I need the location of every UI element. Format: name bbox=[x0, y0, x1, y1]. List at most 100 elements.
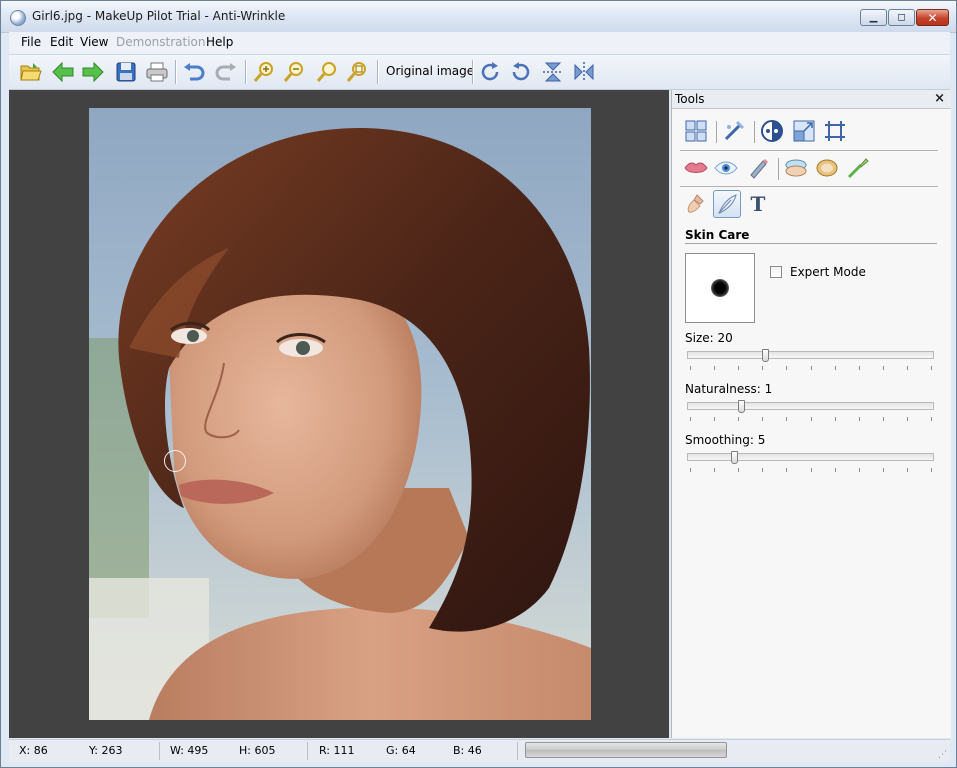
status-y: Y: 263 bbox=[89, 744, 123, 757]
tool-row-adjust bbox=[680, 113, 938, 147]
slider-tick bbox=[738, 417, 739, 421]
back-arrow-icon bbox=[52, 61, 74, 83]
status-height: H: 605 bbox=[239, 744, 276, 757]
status-separator bbox=[307, 742, 308, 760]
foundation-tool-button[interactable] bbox=[682, 190, 710, 218]
toolbar-separator bbox=[377, 60, 378, 84]
flip-horizontal-button[interactable] bbox=[571, 59, 597, 85]
foundation-icon bbox=[687, 194, 704, 213]
minimize-button[interactable]: ▁ bbox=[860, 9, 887, 26]
slider-tick bbox=[786, 366, 787, 370]
flip-vertical-icon bbox=[543, 62, 563, 82]
slider-tick bbox=[690, 366, 691, 370]
rotate-right-button[interactable] bbox=[477, 59, 503, 85]
slider-tick bbox=[811, 366, 812, 370]
resize-tool-button[interactable] bbox=[790, 117, 818, 145]
print-button[interactable] bbox=[144, 59, 170, 85]
save-button[interactable] bbox=[113, 59, 139, 85]
expert-mode-label[interactable]: Expert Mode bbox=[790, 265, 866, 279]
zoom-actual-button[interactable] bbox=[344, 59, 370, 85]
toolbar: Original image bbox=[9, 55, 950, 90]
crop-tool-button[interactable] bbox=[821, 117, 849, 145]
status-separator bbox=[517, 742, 518, 760]
text-tool-icon: T bbox=[750, 192, 766, 216]
retouch-tool-button[interactable] bbox=[720, 117, 748, 145]
slider-tick bbox=[859, 468, 860, 472]
slider-tick bbox=[738, 468, 739, 472]
naturalness-slider-thumb[interactable] bbox=[738, 400, 745, 413]
forward-button[interactable] bbox=[80, 59, 106, 85]
size-label: Size: 20 bbox=[685, 331, 733, 345]
smoothing-slider-thumb[interactable] bbox=[731, 451, 738, 464]
flip-vertical-button[interactable] bbox=[540, 59, 566, 85]
status-green: G: 64 bbox=[386, 744, 416, 757]
undo-button[interactable] bbox=[181, 59, 207, 85]
back-button[interactable] bbox=[50, 59, 76, 85]
slider-tick bbox=[762, 366, 763, 370]
resize-grip-icon[interactable]: ⋰ bbox=[938, 750, 947, 760]
menu-edit[interactable]: Edit bbox=[50, 35, 73, 49]
section-divider bbox=[685, 243, 937, 244]
resize-icon bbox=[793, 120, 815, 142]
lips-icon bbox=[684, 162, 708, 173]
app-window: Girl6.jpg - MakeUp Pilot Trial - Anti-Wr… bbox=[0, 0, 957, 768]
forward-arrow-icon bbox=[82, 61, 104, 83]
expert-mode-checkbox[interactable] bbox=[770, 266, 782, 278]
layout-tool-button[interactable] bbox=[682, 117, 710, 145]
contrast-tool-button[interactable] bbox=[758, 117, 786, 145]
zoom-actual-icon bbox=[346, 62, 366, 82]
zoom-in-button[interactable] bbox=[251, 59, 277, 85]
zoom-out-button[interactable] bbox=[281, 59, 307, 85]
minimize-icon: ▁ bbox=[869, 11, 878, 23]
slider-tick bbox=[859, 417, 860, 421]
face-powder-icon bbox=[785, 159, 807, 177]
lipstick-tool-button[interactable] bbox=[682, 154, 710, 182]
skin-care-tool-button[interactable] bbox=[713, 190, 741, 218]
open-button[interactable] bbox=[18, 59, 44, 85]
compact-tool-button[interactable] bbox=[813, 154, 841, 182]
maximize-icon: ◻ bbox=[897, 11, 906, 23]
smoothing-slider[interactable] bbox=[687, 451, 934, 464]
slider-tick bbox=[883, 468, 884, 472]
section-title: Skin Care bbox=[685, 228, 750, 242]
save-icon bbox=[116, 62, 136, 82]
text-tool-button[interactable]: T bbox=[744, 190, 772, 218]
slider-tick bbox=[835, 417, 836, 421]
brush-tool-button[interactable] bbox=[844, 154, 872, 182]
zoom-fit-button[interactable] bbox=[314, 59, 340, 85]
status-separator bbox=[159, 742, 160, 760]
eyeliner-tool-button[interactable] bbox=[744, 154, 772, 182]
magic-wand-icon bbox=[724, 120, 745, 141]
slider-tick bbox=[883, 417, 884, 421]
menu-demonstration[interactable]: Demonstration bbox=[116, 35, 206, 49]
slider-tick bbox=[762, 468, 763, 472]
size-slider-thumb[interactable] bbox=[762, 349, 769, 362]
slider-tick bbox=[907, 417, 908, 421]
maximize-button[interactable]: ◻ bbox=[888, 9, 915, 26]
tools-panel-close-button[interactable]: × bbox=[934, 91, 945, 106]
menu-view[interactable]: View bbox=[80, 35, 108, 49]
naturalness-slider[interactable] bbox=[687, 400, 934, 413]
tools-panel-title: Tools bbox=[675, 92, 705, 106]
compact-icon bbox=[816, 159, 838, 177]
rotate-left-button[interactable] bbox=[508, 59, 534, 85]
redo-icon bbox=[215, 63, 236, 81]
slider-tick bbox=[714, 417, 715, 421]
redo-button[interactable] bbox=[213, 59, 239, 85]
tools-panel: Tools × T Skin Care Expert Mode Size: 20… bbox=[671, 90, 951, 738]
menu-file[interactable]: File bbox=[21, 35, 41, 49]
zoom-fit-icon bbox=[316, 62, 336, 82]
title-bar[interactable]: Girl6.jpg - MakeUp Pilot Trial - Anti-Wr… bbox=[1, 1, 956, 33]
powder-tool-button[interactable] bbox=[782, 154, 810, 182]
image-canvas[interactable] bbox=[9, 90, 669, 738]
size-slider[interactable] bbox=[687, 349, 934, 362]
window-title: Girl6.jpg - MakeUp Pilot Trial - Anti-Wr… bbox=[32, 9, 286, 23]
close-button[interactable]: ✕ bbox=[916, 9, 949, 26]
eye-tool-button[interactable] bbox=[712, 154, 740, 182]
menu-help[interactable]: Help bbox=[206, 35, 233, 49]
portrait-photo[interactable] bbox=[89, 108, 591, 720]
progress-bar bbox=[525, 742, 727, 758]
original-image-button[interactable]: Original image bbox=[386, 64, 474, 78]
portrait-image bbox=[89, 108, 591, 720]
tool-separator bbox=[754, 121, 755, 143]
